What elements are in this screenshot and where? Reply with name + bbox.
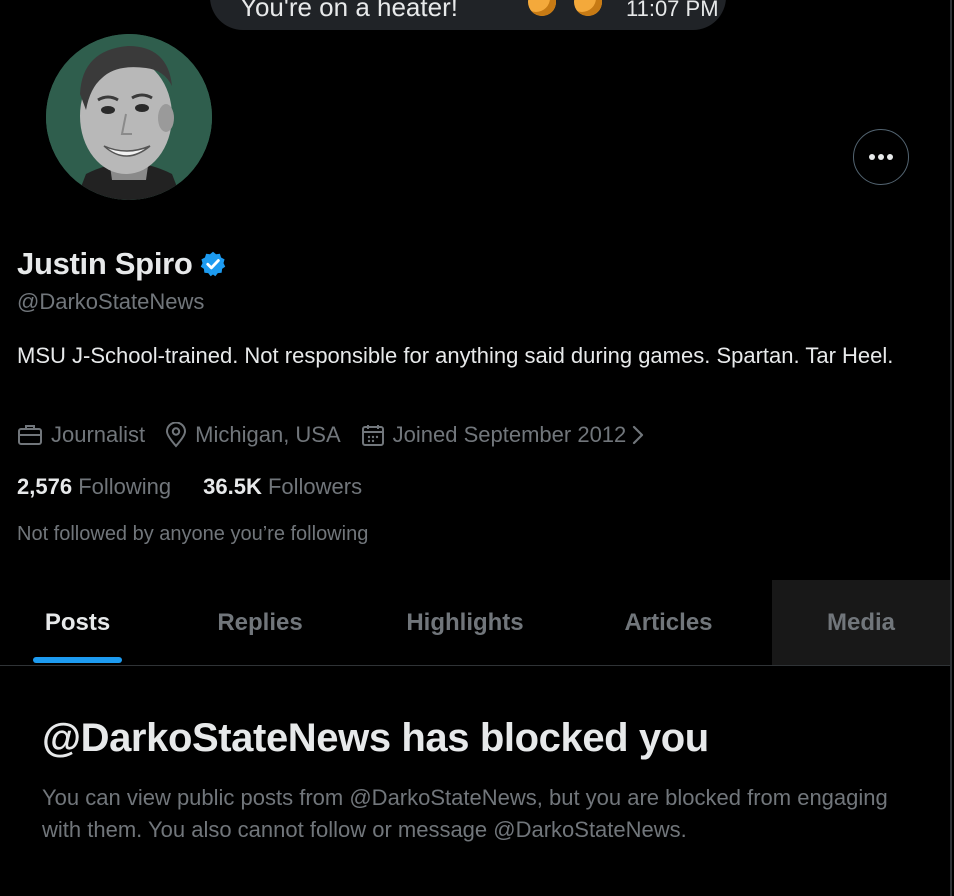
avatar[interactable] xyxy=(46,34,212,200)
following-link[interactable]: 2,576 Following xyxy=(17,474,171,500)
profession-label: Journalist xyxy=(51,422,146,447)
profile-name-row: Justin Spiro xyxy=(17,246,227,282)
profile-tabs: Posts Replies Highlights Articles Media xyxy=(0,580,950,666)
followers-link[interactable]: 36.5K Followers xyxy=(203,474,362,500)
tab-highlights[interactable]: Highlights xyxy=(365,580,565,665)
mutual-followers-note: Not followed by anyone you’re following xyxy=(17,523,369,545)
profile-meta: Journalist Michigan, USA Joined Septembe… xyxy=(17,422,672,448)
active-tab-indicator xyxy=(33,657,122,663)
tab-articles[interactable]: Articles xyxy=(565,580,772,665)
chevron-right-icon xyxy=(632,425,652,445)
profile-handle: @DarkoStateNews xyxy=(17,289,205,314)
more-options-button[interactable] xyxy=(853,129,909,185)
following-count: 2,576 xyxy=(17,474,73,499)
display-name: Justin Spiro xyxy=(17,246,193,281)
briefcase-icon xyxy=(18,425,42,445)
emoji-icon xyxy=(574,0,602,16)
tab-replies[interactable]: Replies xyxy=(155,580,365,665)
location-item: Michigan, USA xyxy=(165,422,341,448)
tab-media[interactable]: Media xyxy=(772,580,950,665)
location-label: Michigan, USA xyxy=(195,422,341,447)
verified-badge-icon[interactable] xyxy=(199,250,227,278)
followers-label: Followers xyxy=(267,474,363,499)
profile-stats: 2,576 Following 36.5K Followers xyxy=(17,474,394,500)
blocked-description: You can view public posts from @DarkoSta… xyxy=(42,785,888,842)
blocked-title: @DarkoStateNews has blocked you xyxy=(42,716,709,760)
toast-text: You're on a heater! xyxy=(240,0,458,22)
map-pin-icon xyxy=(166,422,187,448)
joined-item[interactable]: Joined September 2012 xyxy=(361,422,653,448)
following-label: Following xyxy=(78,474,172,499)
toast-time: 11:07 PM xyxy=(626,0,719,21)
emoji-icon xyxy=(528,0,556,16)
tab-posts[interactable]: Posts xyxy=(0,580,155,665)
more-horizontal-icon xyxy=(869,154,893,160)
joined-label: Joined September 2012 xyxy=(392,422,627,447)
profession-item: Journalist xyxy=(17,422,145,448)
column-border xyxy=(950,0,952,896)
followers-count: 36.5K xyxy=(203,474,262,499)
calendar-icon xyxy=(361,425,384,446)
profile-bio: MSU J-School-trained. Not responsible fo… xyxy=(17,343,894,368)
toast-notification: You're on a heater! 11:07 PM xyxy=(210,0,726,30)
